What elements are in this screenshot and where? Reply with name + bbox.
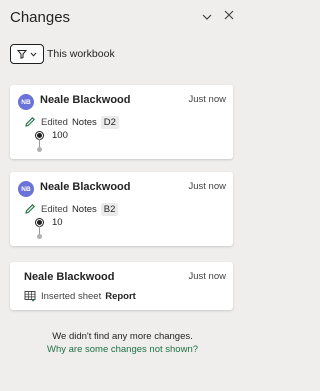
value-history-marker — [34, 217, 44, 239]
new-value: 100 — [52, 130, 68, 141]
pane-header: Changes — [0, 0, 245, 36]
action-label: Inserted sheet — [41, 290, 102, 302]
options-chevron-button[interactable] — [200, 9, 214, 23]
change-card[interactable]: NB Neale Blackwood Just now Edited Notes… — [10, 172, 233, 246]
avatar: NB — [18, 94, 34, 110]
avatar: NB — [18, 181, 34, 197]
new-value: 10 — [52, 217, 63, 228]
pane-title: Changes — [10, 9, 71, 26]
filter-row: This workbook — [10, 44, 230, 64]
author-name: Neale Blackwood — [40, 181, 131, 193]
action-label: Edited — [41, 203, 68, 215]
close-pane-button[interactable] — [222, 9, 236, 23]
change-action: Edited Notes B2 — [24, 202, 119, 216]
changes-not-shown-link[interactable]: Why are some changes not shown? — [0, 344, 245, 355]
value-history-marker — [34, 130, 44, 152]
action-label: Edited — [41, 116, 68, 128]
pencil-icon — [24, 203, 36, 215]
cell-reference[interactable]: B2 — [100, 202, 119, 216]
changes-pane: Changes This workbook NB Neale Blackwood… — [0, 0, 245, 391]
change-card[interactable]: NB Neale Blackwood Just now Edited Notes… — [10, 85, 233, 159]
chevron-down-icon — [30, 52, 37, 57]
change-action: Inserted sheet Report — [24, 289, 136, 303]
pencil-icon — [24, 116, 36, 128]
cell-reference[interactable]: D2 — [100, 115, 119, 129]
chevron-down-icon — [202, 7, 212, 25]
change-card[interactable]: Neale Blackwood Just now Inserted sheet … — [10, 262, 233, 310]
filter-scope-label: This workbook — [47, 48, 115, 60]
sheet-name: Notes — [71, 203, 97, 215]
sheet-name: Notes — [71, 116, 97, 128]
author-name: Neale Blackwood — [24, 271, 115, 283]
filter-icon — [17, 49, 27, 59]
change-action: Edited Notes D2 — [24, 115, 119, 129]
change-time: Just now — [188, 271, 227, 282]
close-icon — [224, 7, 234, 25]
change-time: Just now — [188, 181, 227, 192]
insert-sheet-icon — [24, 290, 36, 302]
sheet-name: Report — [105, 290, 136, 302]
author-name: Neale Blackwood — [40, 94, 131, 106]
filter-button[interactable] — [10, 44, 44, 64]
no-more-changes-message: We didn't find any more changes. — [52, 331, 193, 342]
change-time: Just now — [188, 94, 227, 105]
